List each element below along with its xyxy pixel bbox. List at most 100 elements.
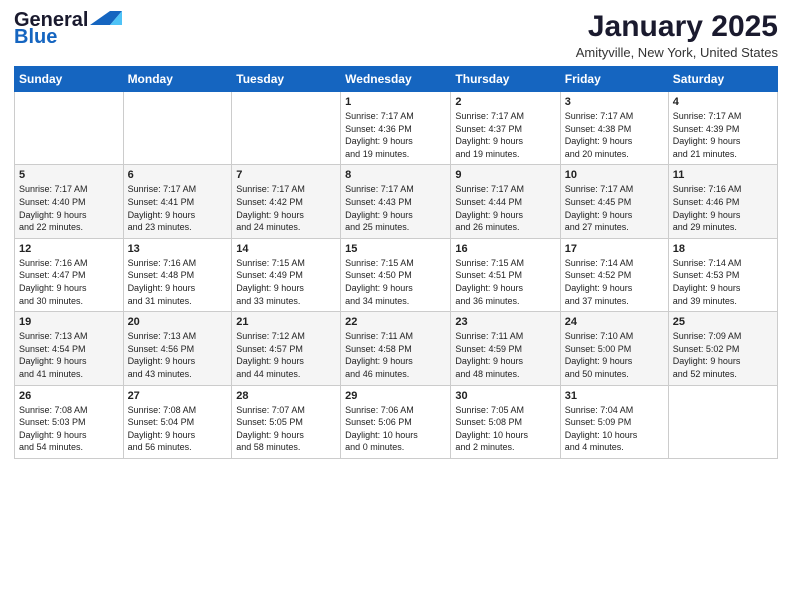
day-number: 3 [565,96,664,108]
calendar-week-5: 26 Sunrise: 7:08 AMSunset: 5:03 PMDayligh… [15,385,778,458]
day-number: 17 [565,243,664,255]
day-info: Sunrise: 7:17 AMSunset: 4:38 PMDaylight:… [565,110,664,160]
calendar-day-17: 17 Sunrise: 7:14 AMSunset: 4:52 PMDayligh… [560,238,668,311]
day-info: Sunrise: 7:17 AMSunset: 4:39 PMDaylight:… [673,110,773,160]
day-number: 14 [236,243,336,255]
day-number: 29 [345,390,446,402]
day-info: Sunrise: 7:09 AMSunset: 5:02 PMDaylight:… [673,330,773,380]
day-of-week-tuesday: Tuesday [232,67,341,92]
month-title: January 2025 [576,10,778,43]
day-number: 23 [455,316,555,328]
day-info: Sunrise: 7:13 AMSunset: 4:54 PMDaylight:… [19,330,119,380]
day-info: Sunrise: 7:17 AMSunset: 4:42 PMDaylight:… [236,183,336,233]
day-info: Sunrise: 7:13 AMSunset: 4:56 PMDaylight:… [128,330,228,380]
day-info: Sunrise: 7:17 AMSunset: 4:41 PMDaylight:… [128,183,228,233]
calendar-week-2: 5 Sunrise: 7:17 AMSunset: 4:40 PMDaylight… [15,165,778,238]
day-info: Sunrise: 7:16 AMSunset: 4:47 PMDaylight:… [19,257,119,307]
day-number: 8 [345,169,446,181]
calendar-day-9: 9Sunrise: 7:17 AMSunset: 4:44 PMDaylight… [451,165,560,238]
logo-blue: Blue [14,26,57,49]
calendar-day-21: 21 Sunrise: 7:12 AMSunset: 4:57 PMDayligh… [232,312,341,385]
calendar-day-13: 13Sunrise: 7:16 AMSunset: 4:48 PMDayligh… [123,238,232,311]
calendar-week-4: 19 Sunrise: 7:13 AMSunset: 4:54 PMDayligh… [15,312,778,385]
day-info: Sunrise: 7:05 AMSunset: 5:08 PMDaylight:… [455,404,555,454]
day-info: Sunrise: 7:14 AMSunset: 4:52 PMDaylight:… [565,257,664,307]
calendar-day-16: 16 Sunrise: 7:15 AMSunset: 4:51 PMDayligh… [451,238,560,311]
calendar-week-1: 1 Sunrise: 7:17 AMSunset: 4:36 PMDaylight… [15,92,778,165]
calendar-day-14: 14 Sunrise: 7:15 AMSunset: 4:49 PMDayligh… [232,238,341,311]
calendar-week-3: 12 Sunrise: 7:16 AMSunset: 4:47 PMDayligh… [15,238,778,311]
calendar-empty-cell [123,92,232,165]
day-number: 18 [673,243,773,255]
calendar-day-3: 3 Sunrise: 7:17 AMSunset: 4:38 PMDaylight… [560,92,668,165]
calendar-day-4: 4 Sunrise: 7:17 AMSunset: 4:39 PMDaylight… [668,92,777,165]
day-number: 31 [565,390,664,402]
day-number: 4 [673,96,773,108]
day-number: 11 [673,169,773,181]
day-of-week-sunday: Sunday [15,67,124,92]
day-number: 27 [128,390,228,402]
calendar-empty-cell [15,92,124,165]
location: Amityville, New York, United States [576,45,778,60]
calendar-empty-cell [668,385,777,458]
calendar-header-row: SundayMondayTuesdayWednesdayThursdayFrid… [15,67,778,92]
day-info: Sunrise: 7:15 AMSunset: 4:50 PMDaylight:… [345,257,446,307]
calendar-day-2: 2Sunrise: 7:17 AMSunset: 4:37 PMDaylight… [451,92,560,165]
calendar-day-6: 6 Sunrise: 7:17 AMSunset: 4:41 PMDaylight… [123,165,232,238]
calendar-day-23: 23 Sunrise: 7:11 AMSunset: 4:59 PMDayligh… [451,312,560,385]
calendar-day-12: 12 Sunrise: 7:16 AMSunset: 4:47 PMDayligh… [15,238,124,311]
day-info: Sunrise: 7:07 AMSunset: 5:05 PMDaylight:… [236,404,336,454]
logo-icon [90,7,122,27]
calendar-day-8: 8 Sunrise: 7:17 AMSunset: 4:43 PMDaylight… [341,165,451,238]
calendar-empty-cell [232,92,341,165]
day-number: 5 [19,169,119,181]
day-info: Sunrise: 7:12 AMSunset: 4:57 PMDaylight:… [236,330,336,380]
day-number: 9 [455,169,555,181]
calendar-day-26: 26 Sunrise: 7:08 AMSunset: 5:03 PMDayligh… [15,385,124,458]
day-info: Sunrise: 7:17 AMSunset: 4:37 PMDaylight:… [455,110,555,160]
day-info: Sunrise: 7:14 AMSunset: 4:53 PMDaylight:… [673,257,773,307]
calendar-day-30: 30 Sunrise: 7:05 AMSunset: 5:08 PMDayligh… [451,385,560,458]
day-number: 1 [345,96,446,108]
day-number: 22 [345,316,446,328]
day-number: 6 [128,169,228,181]
calendar-day-25: 25 Sunrise: 7:09 AMSunset: 5:02 PMDayligh… [668,312,777,385]
day-number: 30 [455,390,555,402]
day-info: Sunrise: 7:16 AMSunset: 4:46 PMDaylight:… [673,183,773,233]
day-info: Sunrise: 7:11 AMSunset: 4:58 PMDaylight:… [345,330,446,380]
day-info: Sunrise: 7:04 AMSunset: 5:09 PMDaylight:… [565,404,664,454]
day-info: Sunrise: 7:15 AMSunset: 4:51 PMDaylight:… [455,257,555,307]
calendar-day-19: 19 Sunrise: 7:13 AMSunset: 4:54 PMDayligh… [15,312,124,385]
logo: General Blue [14,10,122,49]
day-info: Sunrise: 7:17 AMSunset: 4:43 PMDaylight:… [345,183,446,233]
calendar-day-5: 5 Sunrise: 7:17 AMSunset: 4:40 PMDaylight… [15,165,124,238]
calendar-day-27: 27Sunrise: 7:08 AMSunset: 5:04 PMDayligh… [123,385,232,458]
calendar-day-20: 20Sunrise: 7:13 AMSunset: 4:56 PMDayligh… [123,312,232,385]
day-info: Sunrise: 7:06 AMSunset: 5:06 PMDaylight:… [345,404,446,454]
day-number: 7 [236,169,336,181]
day-info: Sunrise: 7:11 AMSunset: 4:59 PMDaylight:… [455,330,555,380]
day-number: 26 [19,390,119,402]
day-number: 24 [565,316,664,328]
day-number: 16 [455,243,555,255]
calendar-day-22: 22 Sunrise: 7:11 AMSunset: 4:58 PMDayligh… [341,312,451,385]
day-info: Sunrise: 7:17 AMSunset: 4:40 PMDaylight:… [19,183,119,233]
day-number: 19 [19,316,119,328]
day-info: Sunrise: 7:17 AMSunset: 4:36 PMDaylight:… [345,110,446,160]
calendar-day-10: 10Sunrise: 7:17 AMSunset: 4:45 PMDayligh… [560,165,668,238]
day-of-week-thursday: Thursday [451,67,560,92]
day-number: 15 [345,243,446,255]
calendar-day-31: 31 Sunrise: 7:04 AMSunset: 5:09 PMDayligh… [560,385,668,458]
page: General Blue January 2025 Amityville, Ne… [0,0,792,612]
day-number: 21 [236,316,336,328]
day-number: 25 [673,316,773,328]
day-info: Sunrise: 7:15 AMSunset: 4:49 PMDaylight:… [236,257,336,307]
day-number: 13 [128,243,228,255]
calendar-day-24: 24Sunrise: 7:10 AMSunset: 5:00 PMDayligh… [560,312,668,385]
calendar: SundayMondayTuesdayWednesdayThursdayFrid… [14,66,778,459]
day-of-week-wednesday: Wednesday [341,67,451,92]
day-number: 12 [19,243,119,255]
header: General Blue January 2025 Amityville, Ne… [14,10,778,60]
day-info: Sunrise: 7:08 AMSunset: 5:03 PMDaylight:… [19,404,119,454]
title-block: January 2025 Amityville, New York, Unite… [576,10,778,60]
